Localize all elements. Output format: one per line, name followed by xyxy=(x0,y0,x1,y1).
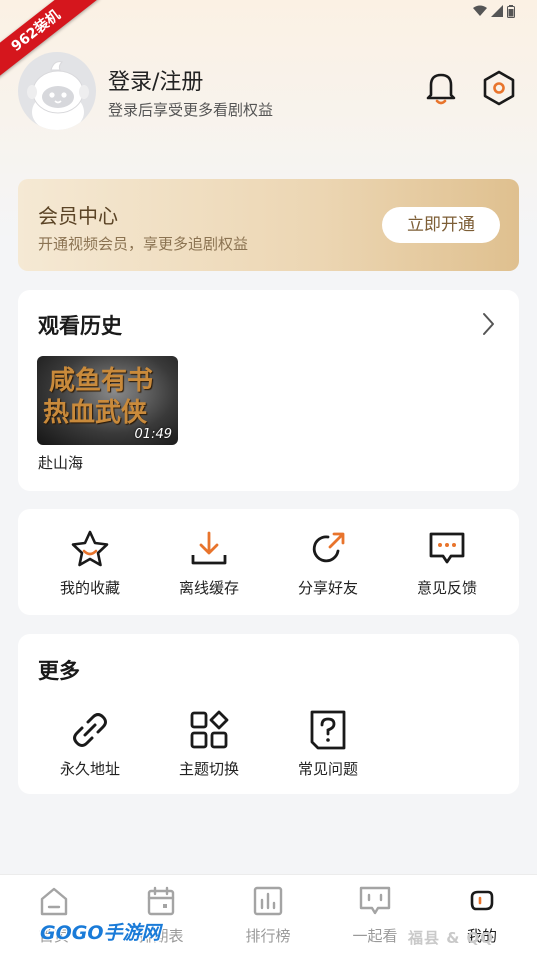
more-title: 更多 xyxy=(38,659,80,683)
signal-icon xyxy=(491,5,503,17)
favorites-label: 我的收藏 xyxy=(59,579,120,597)
watermark-left: GOGO手游网 xyxy=(40,922,161,944)
bell-icon xyxy=(426,73,456,105)
login-register-link[interactable]: 登录/注册 xyxy=(108,64,203,96)
nav-ranking-label: 排行榜 xyxy=(245,927,291,945)
history-duration: 01:49 xyxy=(134,427,172,442)
feedback-button[interactable]: 意见反馈 xyxy=(392,527,502,598)
thumbnail-text-bottom: 热血武侠 xyxy=(43,398,148,428)
share-friends-button[interactable]: 分享好友 xyxy=(273,527,383,598)
share-friends-label: 分享好友 xyxy=(297,579,358,597)
notification-button[interactable] xyxy=(424,70,458,106)
offline-cache-label: 离线缓存 xyxy=(178,579,239,597)
chart-icon xyxy=(253,886,283,916)
watermark-right: 福县 & QQ xyxy=(408,929,495,947)
feedback-label: 意见反馈 xyxy=(416,579,477,597)
calendar-icon xyxy=(147,886,175,916)
permanent-address-label: 永久地址 xyxy=(59,760,120,778)
history-more-button[interactable] xyxy=(480,312,496,340)
faq-label: 常见问题 xyxy=(297,760,358,778)
history-title: 观看历史 xyxy=(38,314,122,338)
profile-icon xyxy=(470,890,494,911)
vip-title: 会员中心 xyxy=(38,204,118,228)
login-hint-text: 登录后享受更多看剧权益 xyxy=(108,101,274,119)
avatar[interactable] xyxy=(18,52,96,130)
mine-page: 962装机 登录/注册 登录后享受更多看剧权益 会员中心 开通视频会员，享更多追… xyxy=(0,0,537,955)
more-card: 更多 永久地址 主题切换 常见问题 xyxy=(18,634,519,794)
watch-history-card: 观看历史 咸鱼有书 热血武侠 01:49 赴山海 xyxy=(18,290,519,491)
open-vip-button[interactable]: 立即开通 xyxy=(382,207,500,243)
chevron-right-icon xyxy=(483,313,494,335)
download-icon xyxy=(191,531,227,565)
star-icon xyxy=(71,530,109,567)
battery-icon xyxy=(507,4,515,18)
wifi-icon xyxy=(473,5,487,16)
settings-hexagon-icon xyxy=(483,70,515,106)
mascot-avatar-icon xyxy=(27,61,89,130)
feedback-icon xyxy=(429,532,465,564)
theme-switch-button[interactable]: 主题切换 xyxy=(154,708,264,779)
theme-switch-label: 主题切换 xyxy=(178,760,239,778)
offline-cache-button[interactable]: 离线缓存 xyxy=(154,527,264,598)
permanent-address-button[interactable]: 永久地址 xyxy=(35,708,145,779)
share-icon xyxy=(312,532,345,563)
grid-icon xyxy=(190,710,229,749)
nav-ranking[interactable]: 排行榜 xyxy=(218,885,318,946)
status-bar xyxy=(473,3,515,19)
settings-button[interactable] xyxy=(482,70,516,106)
home-icon xyxy=(40,887,68,916)
vip-center-card[interactable]: 会员中心 开通视频会员，享更多追剧权益 立即开通 xyxy=(18,179,519,271)
quick-actions-card: 我的收藏 离线缓存 分享好友 意见反馈 xyxy=(18,509,519,615)
history-item-title[interactable]: 赴山海 xyxy=(38,452,83,473)
vip-subtitle: 开通视频会员，享更多追剧权益 xyxy=(38,235,249,253)
favorites-button[interactable]: 我的收藏 xyxy=(35,527,145,598)
question-icon xyxy=(310,710,346,750)
history-thumbnail[interactable]: 咸鱼有书 热血武侠 01:49 xyxy=(37,356,178,445)
chat-icon xyxy=(359,886,391,915)
link-icon xyxy=(73,713,107,747)
faq-button[interactable]: 常见问题 xyxy=(273,708,383,779)
